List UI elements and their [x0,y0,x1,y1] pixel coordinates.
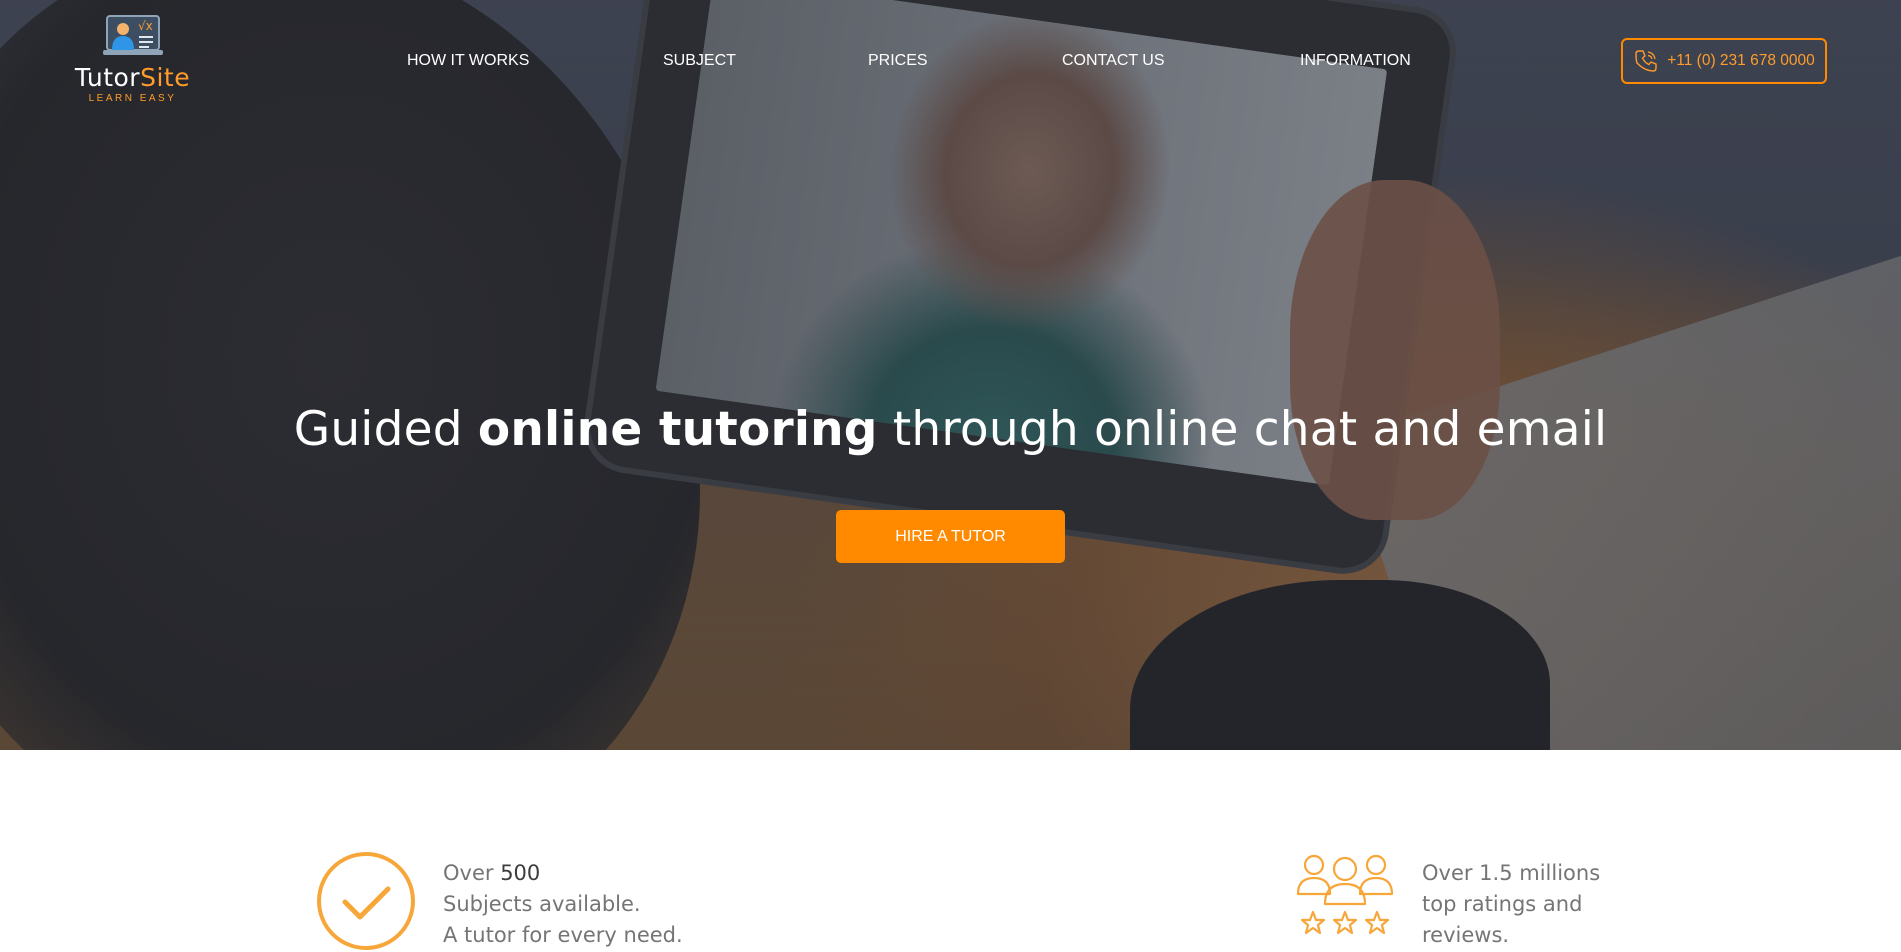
feature-ratings-line-1: Over 1.5 millions [1422,858,1600,889]
feature-ratings-line-2: top ratings and [1422,892,1583,916]
hire-a-tutor-button[interactable]: HIRE A TUTOR [836,510,1065,563]
feature-subjects-line-2: Subjects available. [443,892,641,916]
phone-icon [1635,50,1657,72]
feature-subjects: Over 500 Subjects available. A tutor for… [315,850,683,952]
feature-subjects-line-1: Over 500 [443,858,683,889]
feature-subjects-count: 500 [500,861,541,885]
hero-background-hand [1290,180,1500,520]
nav-item-how-it-works[interactable]: HOW IT WORKS [407,52,529,70]
hero-background-sleeve [1130,580,1550,750]
logo-tagline: LEARN EASY [88,93,177,104]
hero-background-person [0,0,700,750]
phone-call-button[interactable]: +11 (0) 231 678 0000 [1621,38,1827,84]
feature-ratings-text: Over 1.5 millions top ratings and review… [1422,858,1600,951]
hero-title-pre: Guided [293,402,478,457]
hero-title: Guided online tutoring through online ch… [0,402,1901,457]
nav-item-subject[interactable]: SUBJECT [663,52,736,70]
feature-subjects-prefix: Over [443,861,501,885]
hero-section: √x TutorSite LEARN EASY HOW IT WORKS SUB… [0,0,1901,750]
checkmark-circle-icon [317,852,415,950]
nav-item-contact-us[interactable]: CONTACT US [1062,52,1165,70]
svg-text:√x: √x [138,19,153,33]
nav-item-prices[interactable]: PRICES [868,52,928,70]
feature-ratings-prefix: Over 1.5 millions [1422,861,1601,885]
nav-item-information[interactable]: INFORMATION [1300,52,1411,70]
phone-number: +11 (0) 231 678 0000 [1667,52,1815,69]
hero-title-strong: online tutoring [477,402,878,457]
rated-people-icon [1296,854,1394,935]
main-nav: HOW IT WORKS SUBJECT PRICES CONTACT US I… [0,52,1901,74]
hero-title-post: through online chat and email [877,402,1608,457]
feature-subjects-text: Over 500 Subjects available. A tutor for… [443,858,683,951]
